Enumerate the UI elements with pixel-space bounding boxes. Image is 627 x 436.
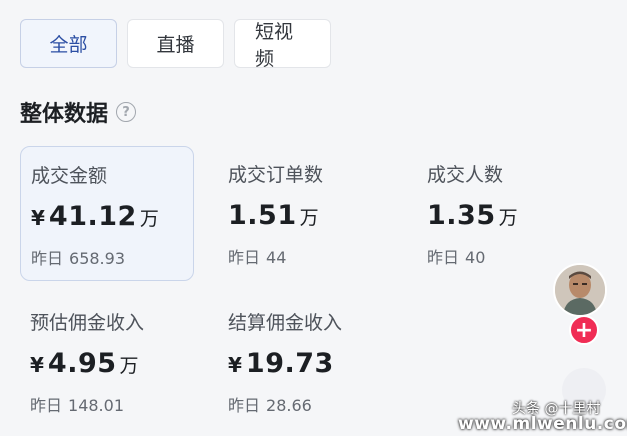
help-icon[interactable]: ? — [116, 102, 137, 122]
previous-label: 昨日 — [228, 396, 261, 415]
metric-card-gmv[interactable]: 成交金额 ¥ 41.12 万 昨日 658.93 — [20, 146, 194, 281]
previous-label: 昨日 — [228, 248, 261, 267]
follow-button[interactable]: + — [569, 315, 599, 345]
metric-amount: 4.95 — [47, 348, 117, 379]
watermark-site: www.mlwenlu.com — [458, 414, 627, 434]
metric-previous: 昨日 44 — [228, 244, 388, 268]
previous-value: 148.01 — [68, 396, 124, 415]
metric-value: 1.35 万 — [427, 200, 537, 234]
currency-symbol: ¥ — [31, 206, 45, 230]
metric-card-buyers[interactable]: 成交人数 1.35 万 昨日 40 — [417, 146, 547, 281]
metric-card-estimated-commission[interactable]: 预估佣金收入 ¥ 4.95 万 昨日 148.01 — [20, 294, 194, 429]
previous-label: 昨日 — [30, 396, 63, 415]
tab-all[interactable]: 全部 — [20, 19, 117, 68]
previous-label: 昨日 — [427, 248, 460, 267]
metric-value: ¥ 41.12 万 — [31, 201, 183, 235]
metric-previous: 昨日 40 — [427, 244, 537, 268]
tab-bar: 全部 直播 短视频 — [20, 19, 331, 70]
metric-amount: 1.35 — [427, 200, 496, 231]
metric-label: 成交订单数 — [228, 164, 324, 186]
metric-card-settled-commission[interactable]: 结算佣金收入 ¥ 19.73 昨日 28.66 — [218, 294, 398, 429]
metric-amount: 1.51 — [228, 200, 297, 231]
metric-value: ¥ 19.73 — [228, 348, 388, 382]
metric-amount: 41.12 — [48, 201, 137, 232]
metric-label: 成交金额 — [31, 165, 108, 187]
avatar[interactable] — [553, 263, 607, 317]
metric-label: 结算佣金收入 — [228, 312, 343, 334]
metric-label: 预估佣金收入 — [30, 312, 145, 334]
metric-unit: 万 — [498, 207, 518, 229]
metric-previous: 昨日 148.01 — [30, 392, 184, 416]
metric-label: 成交人数 — [427, 164, 504, 186]
metric-amount: 19.73 — [245, 348, 334, 379]
section-header: 整体数据 ? — [20, 96, 137, 128]
previous-value: 40 — [465, 248, 486, 267]
tab-live[interactable]: 直播 — [127, 19, 224, 68]
currency-symbol: ¥ — [228, 353, 242, 377]
metric-value: ¥ 4.95 万 — [30, 348, 184, 382]
metric-unit: 万 — [139, 208, 159, 230]
tab-short-video[interactable]: 短视频 — [234, 19, 331, 70]
metric-previous: 昨日 658.93 — [31, 245, 183, 269]
previous-value: 658.93 — [69, 249, 125, 268]
metric-unit: 万 — [119, 355, 139, 377]
previous-value: 44 — [266, 248, 287, 267]
previous-value: 28.66 — [266, 396, 312, 415]
metric-value: 1.51 万 — [228, 200, 388, 234]
avatar-portrait-icon — [555, 265, 605, 315]
previous-label: 昨日 — [31, 249, 64, 268]
metric-card-orders[interactable]: 成交订单数 1.51 万 昨日 44 — [218, 146, 398, 281]
metric-unit: 万 — [299, 207, 319, 229]
currency-symbol: ¥ — [30, 353, 44, 377]
section-title: 整体数据 — [20, 102, 109, 127]
metric-previous: 昨日 28.66 — [228, 392, 388, 416]
